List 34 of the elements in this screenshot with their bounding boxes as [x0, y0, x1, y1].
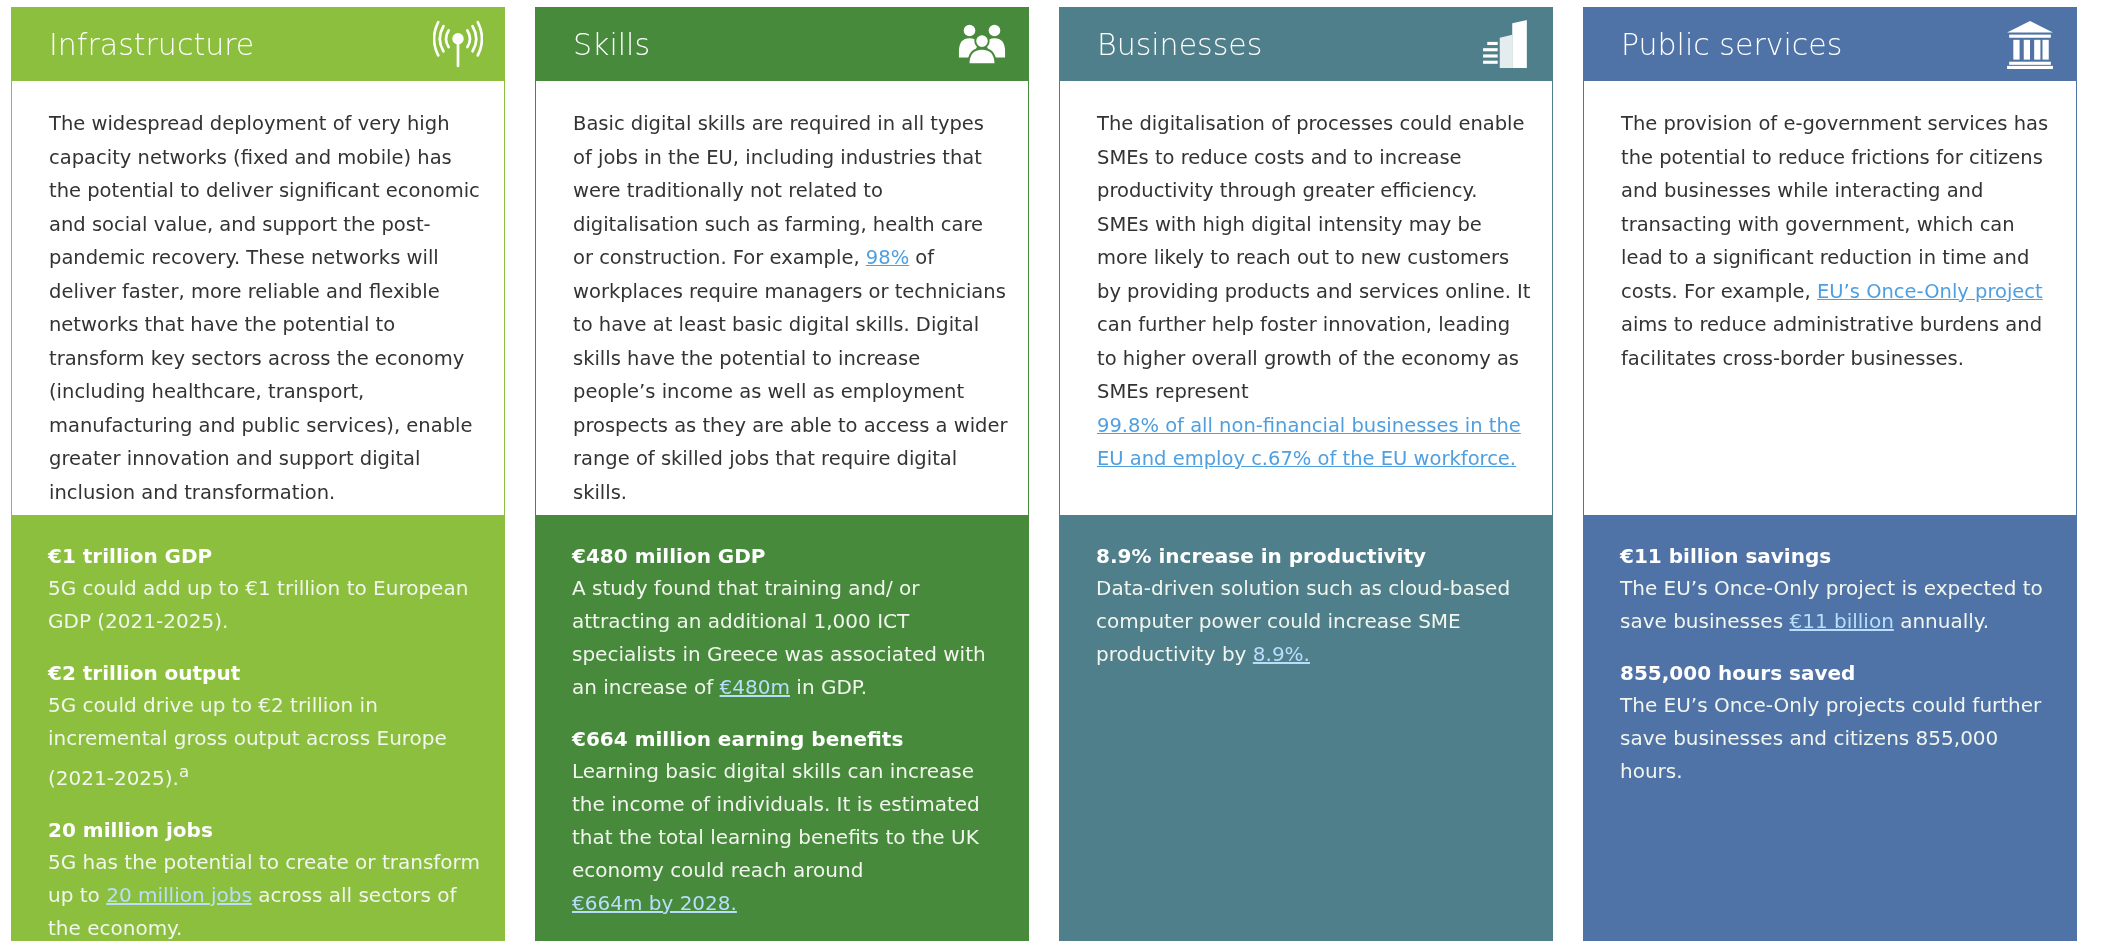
card-title: Skills: [573, 26, 651, 62]
card-title: Businesses: [1097, 26, 1263, 62]
stat-text: 5G could add up to €1 trillion to European GDP (2021-2025).: [48, 575, 470, 635]
link[interactable]: EU’s Once-Only project: [1817, 279, 2043, 303]
link[interactable]: €664m by 2028.: [572, 891, 737, 915]
link[interactable]: €480m: [719, 675, 790, 699]
link[interactable]: 8.9%.: [1252, 642, 1310, 666]
stat-text: 5G has the potential to create or transform up to 20 million jobs across all sectors of the economy.: [48, 848, 481, 941]
stat-heading: €1 trillion GDP: [48, 543, 214, 570]
stat-text: Learning basic digital skills can increase the income of individuals. It is estimated that the total learning benefits to the UK economy could reach around €664m by 2028.: [572, 758, 981, 917]
stat-text: The EU’s Once-Only projects could further save businesses and citizens 855,000 hours.: [1620, 692, 2043, 785]
stat-text: The EU’s Once-Only project is expected to save businesses €11 billion annually.: [1620, 575, 2044, 635]
stat-heading: €480 million GDP: [572, 543, 767, 570]
card-title: Public services: [1621, 26, 1843, 62]
stat-text: A study found that training and/ or attracting an additional 1,000 ICT specialists in Greece was associated with an increase of €480m in GDP.: [572, 575, 987, 701]
link[interactable]: 99.8% of all non-financial businesses in the EU and employ c.67% of the EU workforce.: [1097, 408, 1532, 476]
link[interactable]: €11 billion: [1789, 609, 1894, 633]
stat-heading: 855,000 hours saved: [1620, 660, 1857, 687]
stat-text: Data-driven solution such as cloud-based computer power could increase SME productivity by 8.9%.: [1096, 575, 1512, 668]
paragraph: The provision of e-government services has the potential to reduce frictions for citizens and businesses while interacting and transacting with government, which can lead to a significant reduction in time and costs. For example, EU’s Once-Only project aims to reduce administrative burdens and facilitates cross-border businesses.: [1621, 111, 2050, 372]
link[interactable]: 98%: [865, 246, 910, 269]
paragraph: The widespread deployment of very high capacity networks (fixed and mobile) has the potential to deliver significant economic and social value, and support the post-pandemic recovery. These networks will deliver faster, more reliable and flexible networks that have the potential to transform key sectors across the economy (including healthcare, transport, manufacturing and public services), enable greater innovation and support digital inclusion and transformation.: [49, 111, 481, 506]
paragraph: Basic digital skills are required in all types of jobs in the EU, including industries that were traditionally not related to digitalisation such as farming, health care or construction. For example, 98% of workplaces require managers or technicians to have at least basic digital skills. Digital skills have the potential to increase people’s income as well as employment prospects as they are able to access a wider range of skilled jobs that require digital skills.: [573, 111, 1008, 506]
card-title: Infrastructure: [49, 26, 255, 62]
stat-heading: €2 trillion output: [48, 660, 242, 687]
stat-heading: €664 million earning benefits: [572, 726, 905, 753]
stat-heading: 20 million jobs: [48, 816, 214, 844]
stat-heading: €11 billion savings: [1620, 543, 1833, 570]
paragraph: The digitalisation of processes could enable SMEs to reduce costs and to increase productivity through greater efficiency. SMEs with high digital intensity may be more likely to reach out to new customers by providing products and services online. It can further help foster innovation, leading to higher overall growth of the economy as SMEs represent 99.8% of all non-financial businesses in the EU and employ c.67% of the EU workforce.: [1097, 107, 1532, 476]
stat-text: 5G could drive up to €2 trillion in incremental gross output across Europe (2021-2025).$^{a}$: [48, 692, 448, 792]
columns-building-icon: [2005, 19, 2055, 69]
antenna-icon: [433, 19, 483, 69]
stat-heading: 8.9% increase in productivity: [1096, 543, 1428, 570]
link[interactable]: 20 million jobs: [106, 882, 252, 907]
